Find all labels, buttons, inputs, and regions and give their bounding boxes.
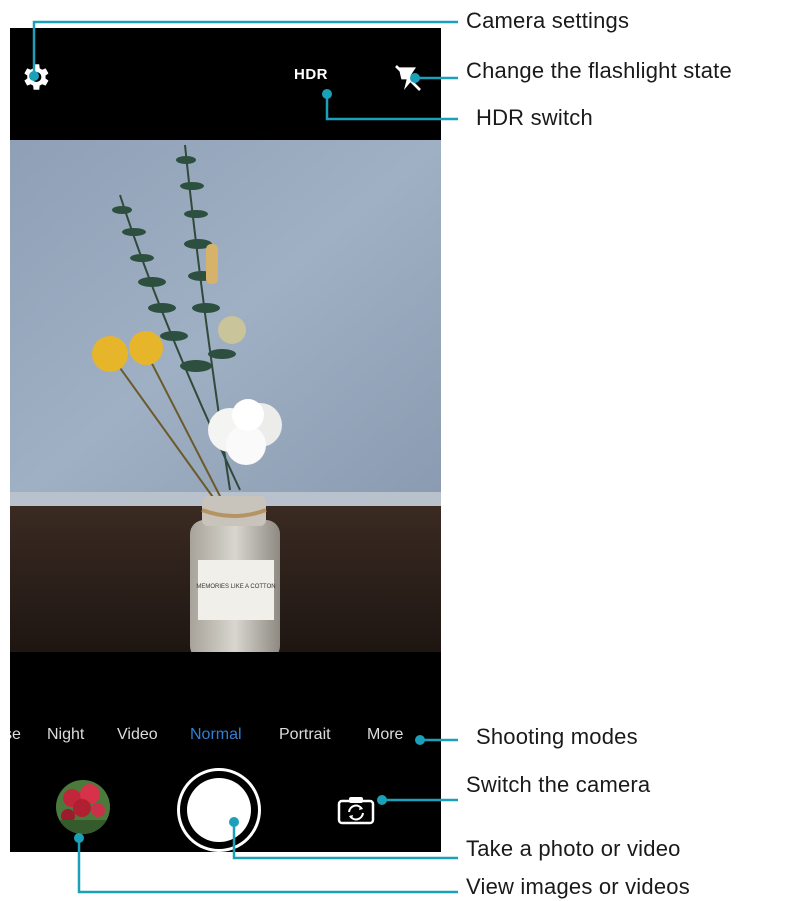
callout-hdr-switch: HDR switch [476, 105, 593, 130]
callout-switch-camera: Switch the camera [466, 772, 651, 797]
callout-lines [29, 20, 458, 894]
callout-camera-settings: Camera settings [466, 8, 630, 33]
callout-flashlight: Change the flashlight state [466, 58, 732, 83]
callout-shooting-modes: Shooting modes [476, 724, 638, 749]
callout-take-photo: Take a photo or video [466, 836, 681, 861]
callout-view-images: View images or videos [466, 874, 690, 899]
